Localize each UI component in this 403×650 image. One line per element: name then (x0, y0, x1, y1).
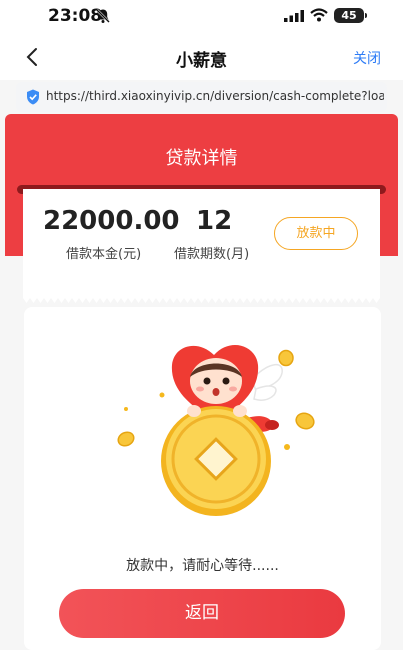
nav-title: 小薪意 (176, 51, 227, 71)
loan-summary-card: 22000.00 借款本金(元) 12 借款期数(月) 放款中 (23, 189, 380, 297)
status-time: 23:08 (48, 6, 103, 26)
navigation-bar: 小薪意 关闭 (0, 36, 403, 80)
ticket-serrated-edge (23, 296, 380, 303)
wifi-icon (310, 8, 328, 22)
close-button[interactable]: 关闭 (353, 48, 381, 68)
return-button[interactable]: 返回 (59, 589, 345, 638)
mascot-coin-illustration (117, 344, 315, 516)
result-card: 放款中，请耐心等待...... 返回 (24, 307, 381, 650)
loan-amount-label: 借款本金(元) (66, 247, 142, 262)
loan-amount: 22000.00 (43, 206, 180, 236)
url-bar[interactable]: https://third.xiaoxinyivip.cn/diversion/… (16, 82, 387, 112)
silent-bell-icon (96, 9, 110, 23)
page-title: 贷款详情 (165, 148, 238, 169)
cellular-signal-icon (284, 10, 304, 22)
loan-term: 12 (196, 206, 233, 236)
loan-term-label: 借款期数(月) (174, 247, 250, 262)
loan-detail-page: 贷款详情 22000.00 借款本金(元) 12 借款期数(月) 放款中 放款中… (0, 114, 403, 650)
loan-status-badge: 放款中 (274, 217, 358, 250)
battery-icon: 45 (334, 8, 367, 23)
status-bar: 23:08 45 (0, 0, 403, 36)
shield-check-icon (27, 89, 39, 105)
waiting-message: 放款中，请耐心等待...... (126, 558, 279, 574)
url-text: https://third.xiaoxinyivip.cn/diversion/… (46, 89, 384, 103)
